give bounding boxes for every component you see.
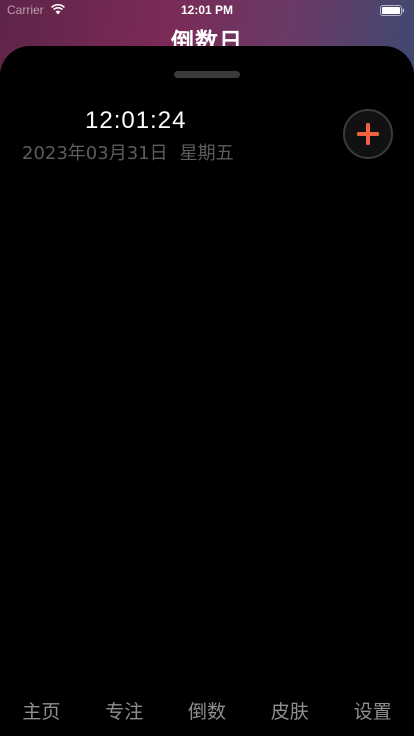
tab-focus[interactable]: 专注 [83, 690, 166, 736]
status-bar: Carrier 12:01 PM [0, 0, 414, 20]
add-countdown-button[interactable] [343, 109, 393, 159]
tab-settings[interactable]: 设置 [331, 690, 414, 736]
tab-skin[interactable]: 皮肤 [248, 690, 331, 736]
status-clock: 12:01 PM [180, 3, 234, 17]
current-weekday: 星期五 [179, 143, 234, 164]
tab-countdown[interactable]: 倒数 [166, 690, 249, 736]
current-date: 2023年03月31日 [22, 143, 168, 164]
app-screen: Carrier 12:01 PM 倒数日 12:01:24 2023年03月31… [0, 0, 414, 736]
tab-home[interactable]: 主页 [0, 690, 83, 736]
current-date-line: 2023年03月31日 星期五 [22, 139, 246, 165]
battery-icon [380, 5, 405, 16]
sheet-grabber-handle[interactable] [174, 71, 240, 78]
plus-icon [357, 123, 379, 145]
current-time: 12:01:24 [85, 107, 187, 134]
main-sheet: 12:01:24 2023年03月31日 星期五 [0, 46, 414, 736]
tab-bar: 主页 专注 倒数 皮肤 设置 [0, 690, 414, 736]
